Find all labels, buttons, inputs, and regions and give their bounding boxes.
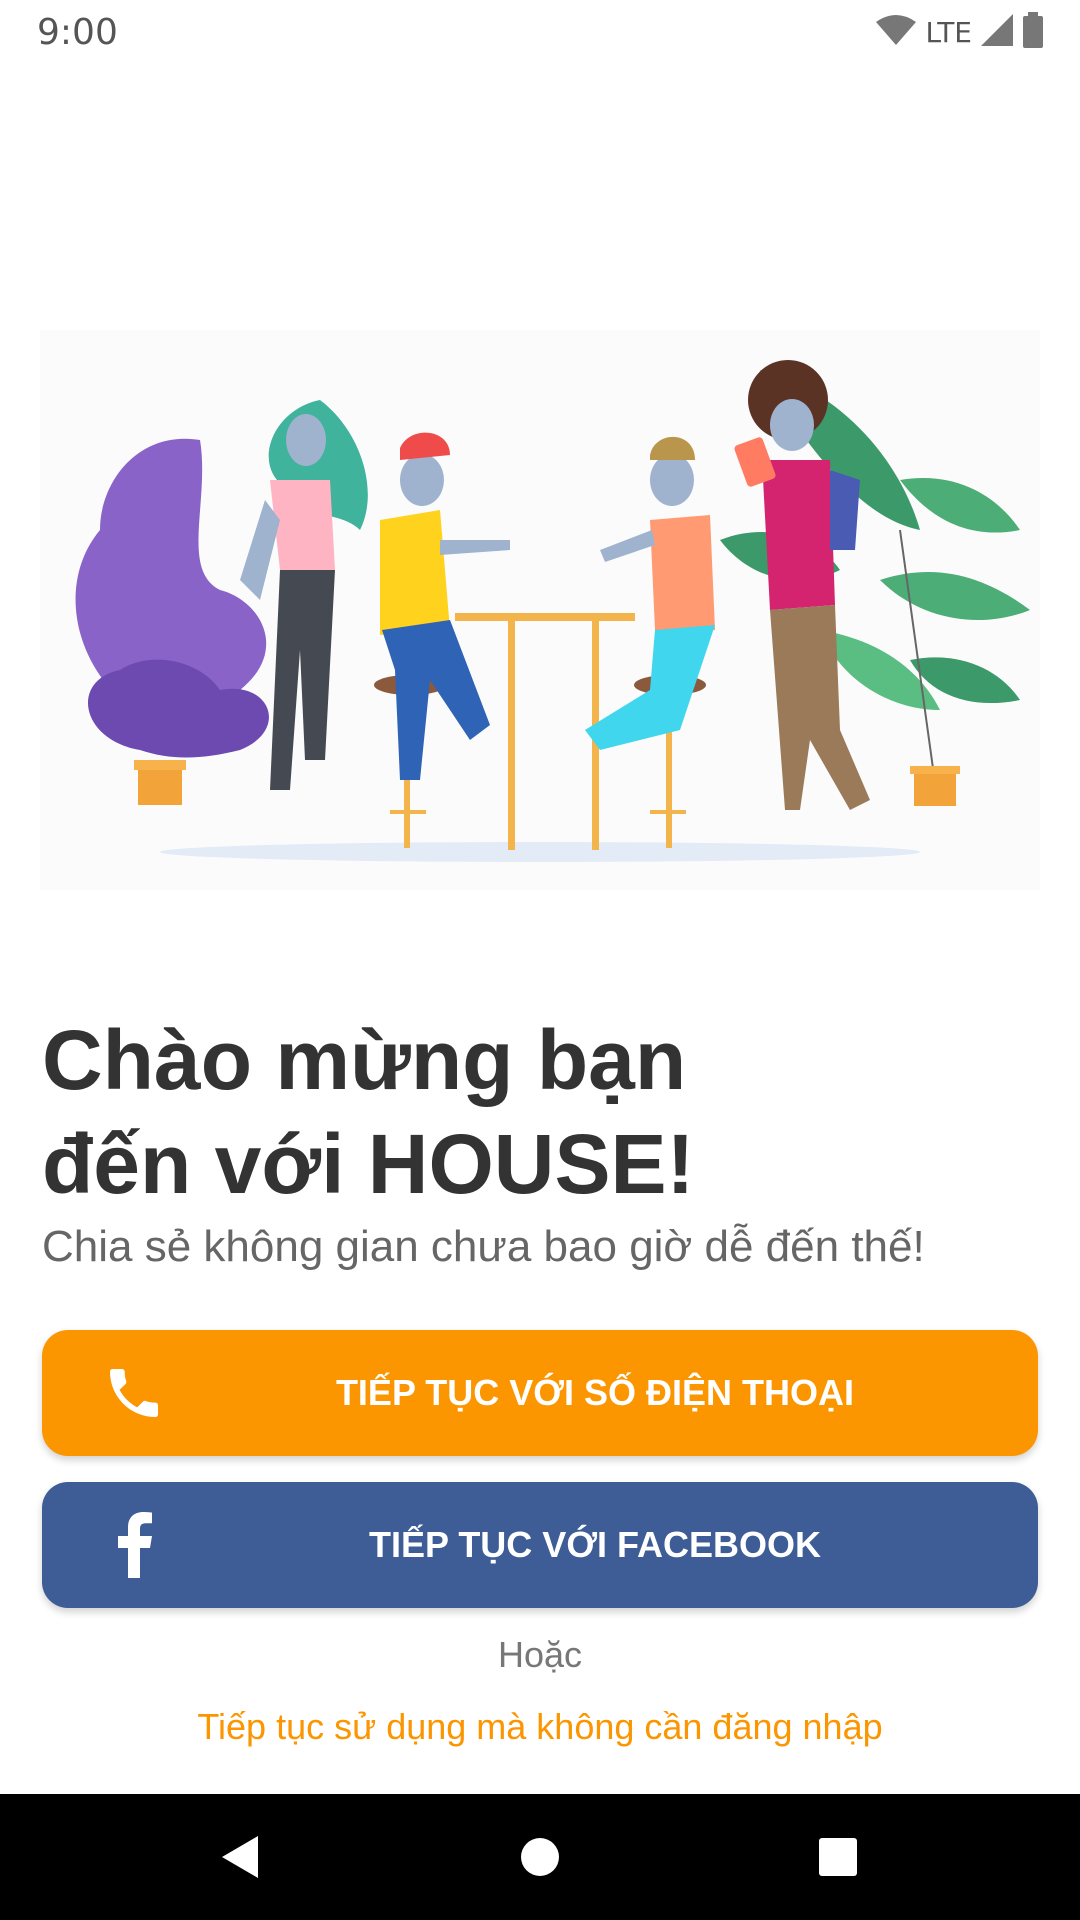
status-icons: LTE [875, 11, 1044, 53]
continue-with-phone-label: TIẾP TỤC VỚI SỐ ĐIỆN THOẠI [335, 1372, 855, 1413]
wifi-icon [875, 14, 917, 51]
continue-with-facebook-label: TIẾP TỤC VỚI FACEBOOK [368, 1524, 822, 1565]
navigation-bar [0, 1794, 1080, 1920]
welcome-title: Chào mừng bạn đến với HOUSE! [42, 1008, 942, 1216]
welcome-subtitle: Chia sẻ không gian chưa bao giờ dễ đến t… [42, 1222, 925, 1271]
people-at-table-illustration [40, 330, 1040, 890]
welcome-title-line1: Chào mừng bạn [42, 1013, 687, 1107]
status-time: 9:00 [37, 12, 118, 53]
battery-icon [1022, 11, 1044, 53]
welcome-title-line2: đến với HOUSE! [42, 1117, 695, 1211]
continue-without-login-link[interactable]: Tiếp tục sử dụng mà không cần đăng nhập [0, 1706, 1080, 1748]
signal-icon [980, 13, 1014, 52]
continue-with-facebook-button[interactable]: TIẾP TỤC VỚI FACEBOOK [42, 1482, 1038, 1608]
continue-with-phone-button[interactable]: TIẾP TỤC VỚI SỐ ĐIỆN THOẠI [42, 1330, 1038, 1456]
back-icon[interactable] [210, 1827, 270, 1887]
recents-icon[interactable] [808, 1827, 868, 1887]
network-type-label: LTE [925, 15, 972, 49]
or-divider-text: Hoặc [497, 1634, 583, 1675]
status-bar: 9:00 LTE [0, 0, 1080, 63]
home-icon[interactable] [510, 1827, 570, 1887]
